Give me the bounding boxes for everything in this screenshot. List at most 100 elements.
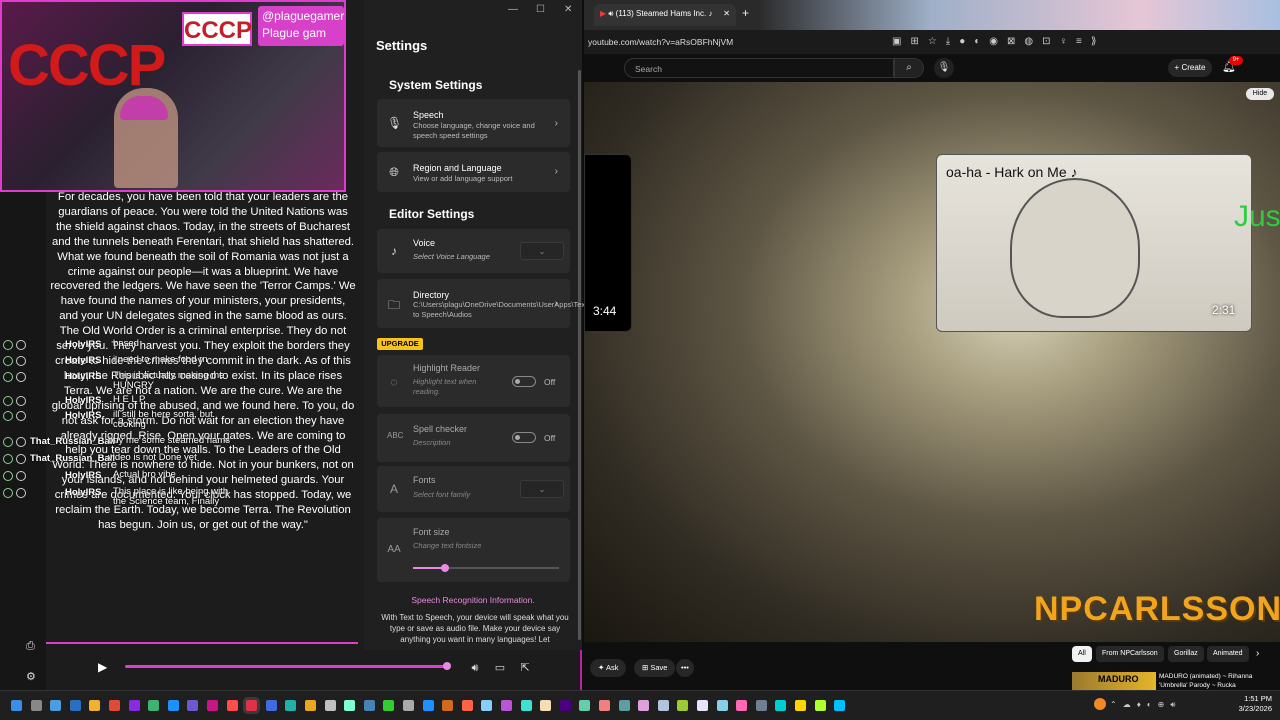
spell-state: Off	[544, 433, 556, 443]
region-card[interactable]: 🌐︎ Region and Language View or add langu…	[377, 152, 570, 192]
speech-recognition-link[interactable]: Speech Recognition Information.	[376, 595, 570, 605]
directory-card[interactable]: 🗀 Directory C:\Users\plagu\OneDrive\Docu…	[377, 279, 587, 328]
create-button[interactable]: + Create	[1168, 59, 1212, 77]
search-input[interactable]: Search	[624, 58, 894, 78]
export-icon[interactable]: ⇱	[518, 662, 532, 674]
handle-line-2: Plague gam	[262, 26, 327, 40]
app-icon[interactable]	[148, 700, 160, 711]
app-icon[interactable]	[520, 700, 532, 711]
voice-card[interactable]: ♪ Voice Select Voice Language ⌄	[377, 229, 570, 273]
save-button[interactable]: ⊞ Save	[634, 659, 676, 677]
app-icon[interactable]	[638, 700, 650, 711]
settings-scrollbar[interactable]	[578, 70, 581, 640]
app-icon[interactable]	[285, 700, 297, 711]
app-icon[interactable]	[246, 700, 258, 711]
app-icon[interactable]	[657, 700, 669, 711]
bookmark-icon[interactable]: ⎙	[26, 640, 35, 653]
speech-card[interactable]: 🎙︎ Speech Choose language, change voice …	[377, 99, 570, 147]
playback-knob[interactable]	[442, 662, 451, 670]
app-icon[interactable]	[265, 700, 277, 711]
app-icon[interactable]	[814, 700, 826, 711]
app-icon[interactable]	[677, 700, 689, 711]
task-view-icon[interactable]	[50, 700, 62, 711]
app-icon[interactable]	[226, 700, 238, 711]
app-icon[interactable]	[461, 700, 473, 711]
clock-date: 3/23/2026	[1238, 704, 1272, 713]
search-icon[interactable]	[30, 700, 42, 711]
app-icon[interactable]	[128, 700, 140, 711]
voice-search-icon[interactable]: 🎙︎	[934, 58, 954, 78]
spell-checker-card[interactable]: ABC Spell checker Description Off	[377, 414, 570, 462]
browser-toolbar-icons[interactable]: ▣⊞☆⤓●◐◉⊠◍⊡♀≡⟫	[892, 36, 1105, 47]
highlight-reader-card[interactable]: ◌ Highlight Reader Highlight text when r…	[377, 355, 570, 407]
app-icon[interactable]	[167, 700, 179, 711]
app-icon[interactable]	[481, 700, 493, 711]
app-icon[interactable]	[187, 700, 199, 711]
app-icon[interactable]	[736, 700, 748, 711]
url-text[interactable]: youtube.com/watch?v=aRsOBFhNjVM	[588, 37, 733, 47]
spell-toggle[interactable]	[512, 432, 536, 443]
app-icon[interactable]	[579, 700, 591, 711]
browser-tab[interactable]: ▶ 🔊︎ (113) Steamed Hams Inc. ♪ ✕	[594, 4, 736, 26]
more-options-icon[interactable]: •••	[676, 659, 694, 677]
app-icon[interactable]	[305, 700, 316, 711]
fonts-dropdown[interactable]: ⌄	[520, 480, 564, 498]
app-icon[interactable]	[618, 700, 630, 711]
taskbar-clock[interactable]: 1:51 PM 3/23/2026	[1222, 694, 1272, 714]
app-icon[interactable]	[363, 700, 375, 711]
app-icon[interactable]	[716, 700, 728, 711]
chip-from-npcarlsson[interactable]: From NPCarlsson	[1096, 646, 1164, 662]
app-icon[interactable]	[324, 700, 336, 711]
tab-close-icon[interactable]: ✕	[723, 9, 730, 18]
minimize-icon[interactable]: —	[508, 4, 518, 15]
app-icon[interactable]	[697, 700, 708, 711]
chip-all[interactable]: All	[1072, 646, 1092, 662]
recommended-video-thumbnail[interactable]: MADURO	[1072, 672, 1156, 690]
fonts-subtitle: Select font family	[413, 490, 471, 499]
close-icon[interactable]: ✕	[564, 4, 572, 15]
maximize-icon[interactable]: ☐	[536, 4, 545, 15]
app-icon[interactable]	[501, 700, 512, 711]
search-icon[interactable]: ⌕	[894, 58, 924, 78]
app-icon[interactable]	[344, 700, 356, 711]
volume-icon[interactable]: 🔊︎	[468, 662, 482, 674]
channel-logo-watermark: NPCARLSSON	[1034, 590, 1280, 628]
fontsize-title: Font size	[413, 527, 450, 537]
weather-icon[interactable]	[1094, 698, 1106, 710]
highlight-subtitle: Highlight text when reading.	[413, 377, 477, 396]
captions-icon[interactable]: ▭	[493, 662, 507, 674]
playback-progress[interactable]	[125, 665, 447, 668]
highlight-toggle[interactable]	[512, 376, 536, 387]
app-icon[interactable]	[442, 700, 454, 711]
hide-button[interactable]: Hide	[1246, 88, 1274, 100]
ask-button[interactable]: ✦ Ask	[590, 659, 627, 677]
app-icon[interactable]	[422, 700, 434, 711]
edge-icon[interactable]	[69, 700, 81, 711]
font-size-card[interactable]: AA Font size Change text fontsize	[377, 518, 570, 582]
chip-gorillaz[interactable]: Gorillaz	[1168, 646, 1204, 662]
app-icon[interactable]	[795, 700, 806, 711]
play-button[interactable]: ▶	[98, 660, 112, 674]
chat-message: i need to make food rn	[113, 354, 208, 365]
app-icon[interactable]	[403, 700, 414, 711]
app-icon[interactable]	[109, 700, 120, 711]
app-icon[interactable]	[599, 700, 610, 711]
fonts-card[interactable]: A Fonts Select font family ⌄	[377, 466, 570, 512]
chips-next-icon[interactable]: ›	[1256, 648, 1259, 659]
system-tray-icons[interactable]: ⌃☁♦◐⊕🔊︎	[1110, 700, 1181, 710]
app-icon[interactable]	[834, 700, 846, 711]
new-tab-button[interactable]: +	[742, 6, 749, 20]
app-icon[interactable]	[775, 700, 787, 711]
start-icon[interactable]	[11, 700, 22, 711]
voice-dropdown[interactable]: ⌄	[520, 242, 564, 260]
explorer-icon[interactable]	[89, 700, 101, 711]
app-icon[interactable]	[383, 700, 395, 711]
upgrade-badge[interactable]: UPGRADE	[377, 338, 423, 350]
recommended-video-title[interactable]: MADURO (animated) ~ Rihanna 'Umbrella' P…	[1159, 672, 1269, 690]
chip-animated[interactable]: Animated	[1207, 646, 1249, 662]
app-icon[interactable]	[207, 700, 218, 711]
gear-icon[interactable]: ⚙	[26, 670, 36, 683]
app-icon[interactable]	[540, 700, 552, 711]
app-icon[interactable]	[559, 700, 571, 711]
app-icon[interactable]	[755, 700, 767, 711]
